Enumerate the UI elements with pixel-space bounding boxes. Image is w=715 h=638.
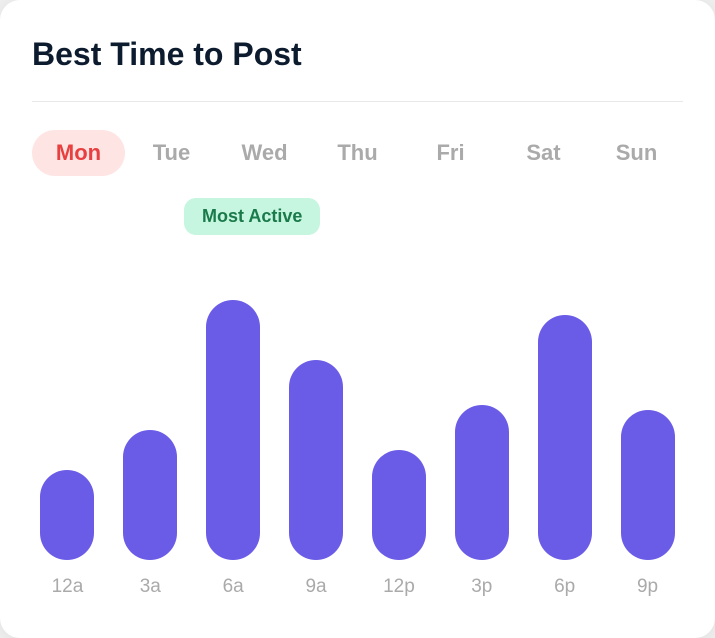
bar-col-12p: [364, 450, 435, 560]
bar-col-3p: [446, 405, 517, 560]
day-tab-tue[interactable]: Tue: [125, 130, 218, 176]
bar-col-9a: [281, 360, 352, 560]
day-tab-sun[interactable]: Sun: [590, 130, 683, 176]
bar-col-9p: [612, 410, 683, 560]
x-label-9p: 9p: [612, 576, 683, 598]
card: Best Time to Post MonTueWedThuFriSatSun …: [0, 0, 715, 638]
page-title: Best Time to Post: [32, 36, 683, 73]
day-tab-sat[interactable]: Sat: [497, 130, 590, 176]
x-label-3a: 3a: [115, 576, 186, 598]
bar-12p: [372, 450, 426, 560]
x-label-3p: 3p: [446, 576, 517, 598]
day-tab-fri[interactable]: Fri: [404, 130, 497, 176]
bar-col-6a: [198, 300, 269, 560]
x-label-9a: 9a: [281, 576, 352, 598]
bar-9a: [289, 360, 343, 560]
day-tabs: MonTueWedThuFriSatSun: [32, 130, 683, 176]
bar-12a: [40, 470, 94, 560]
bar-col-6p: [529, 315, 600, 560]
x-label-6a: 6a: [198, 576, 269, 598]
most-active-badge: Most Active: [184, 198, 320, 235]
bar-3p: [455, 405, 509, 560]
bar-col-3a: [115, 430, 186, 560]
bar-9p: [621, 410, 675, 560]
x-labels: 12a 3a 6a 9a 12p 3p 6p 9p: [32, 576, 683, 598]
divider: [32, 101, 683, 102]
bar-3a: [123, 430, 177, 560]
x-label-12a: 12a: [32, 576, 103, 598]
x-label-12p: 12p: [364, 576, 435, 598]
day-tab-wed[interactable]: Wed: [218, 130, 311, 176]
day-tab-mon[interactable]: Mon: [32, 130, 125, 176]
x-label-6p: 6p: [529, 576, 600, 598]
bars-container: [32, 208, 683, 560]
bar-6p: [538, 315, 592, 560]
bar-col-12a: [32, 470, 103, 560]
bar-6a: [206, 300, 260, 560]
day-tab-thu[interactable]: Thu: [311, 130, 404, 176]
chart-area: Most Active 12a3a6a9a12p3p6p9p: [32, 208, 683, 598]
